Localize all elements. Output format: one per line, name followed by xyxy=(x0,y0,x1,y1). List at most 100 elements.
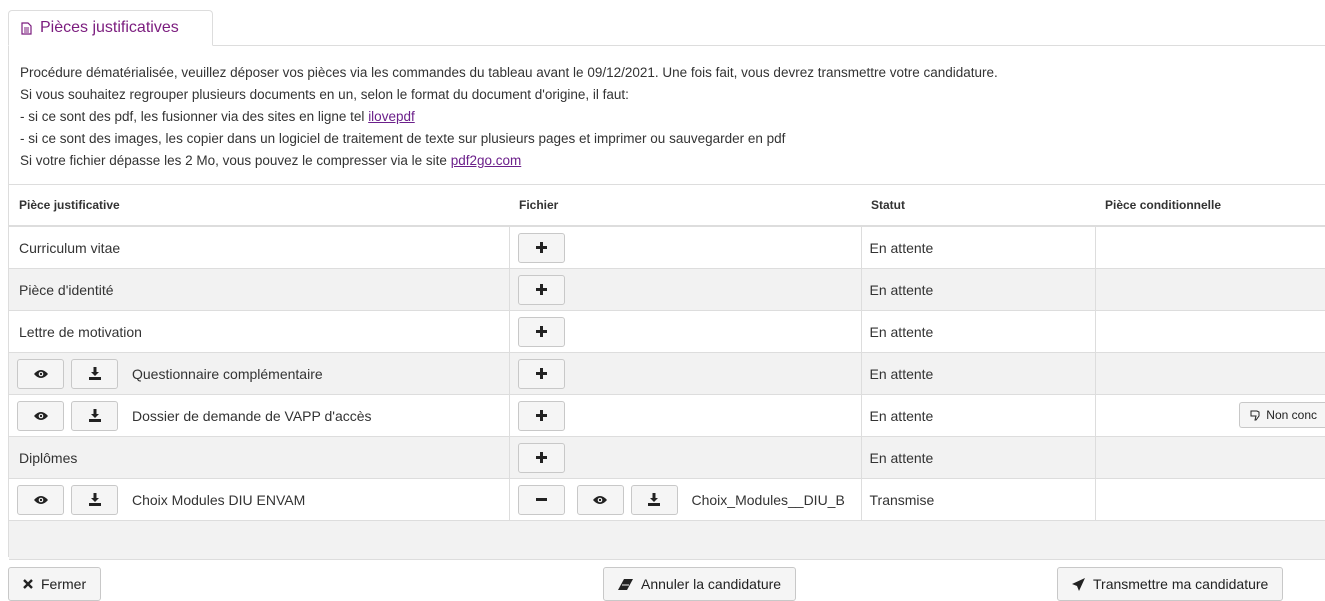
instruction-line: Procédure dématérialisée, veuillez dépos… xyxy=(20,65,998,80)
piece-name: Curriculum vitae xyxy=(9,225,510,269)
status-cell: En attente xyxy=(861,268,1096,311)
add-file-button[interactable] xyxy=(517,274,565,305)
table-row: Dossier de demande de VAPP d'accès En at… xyxy=(9,394,1325,437)
piece-name: Diplômes xyxy=(9,436,510,479)
table-row: Choix Modules DIU ENVAM Choix_Modules__D… xyxy=(9,478,1325,521)
download-button[interactable] xyxy=(71,358,118,389)
plus-icon xyxy=(535,326,547,337)
add-file-button[interactable] xyxy=(517,232,565,263)
conditional-cell xyxy=(1095,436,1325,479)
add-file-button[interactable] xyxy=(517,400,565,431)
instructions: Procédure dématérialisée, veuillez dépos… xyxy=(20,62,998,172)
column-header-piece: Pièce justificative xyxy=(9,184,509,227)
file-cell xyxy=(509,310,862,353)
close-icon xyxy=(23,579,33,589)
piece-label: Diplômes xyxy=(19,449,78,466)
conditional-cell xyxy=(1095,352,1325,395)
piece-name: Dossier de demande de VAPP d'accès xyxy=(9,394,510,437)
instruction-line: Si vous souhaitez regrouper plusieurs do… xyxy=(20,87,629,102)
plus-icon xyxy=(535,410,547,421)
download-button[interactable] xyxy=(71,400,118,431)
table-footer-row xyxy=(9,520,1325,560)
tab-title: Pièces justificatives xyxy=(40,19,179,36)
thumbs-down-icon xyxy=(1250,410,1260,420)
instruction-line: Si votre fichier dépasse les 2 Mo, vous … xyxy=(20,150,998,172)
cancel-label: Annuler la candidature xyxy=(641,576,782,592)
cancel-application-button[interactable]: Annuler la candidature xyxy=(603,567,797,601)
plus-icon xyxy=(535,452,547,463)
download-icon xyxy=(88,367,101,380)
conditional-cell xyxy=(1095,225,1325,269)
send-icon xyxy=(1072,577,1085,591)
remove-file-button[interactable] xyxy=(517,484,565,515)
status-cell: En attente xyxy=(861,352,1096,395)
status-cell: Transmise xyxy=(861,478,1096,521)
column-header-conditionnelle: Pièce conditionnelle xyxy=(1095,184,1325,227)
download-icon xyxy=(648,493,660,506)
piece-label: Questionnaire complémentaire xyxy=(132,365,323,382)
eraser-icon xyxy=(618,578,633,590)
column-header-statut: Statut xyxy=(861,184,1095,227)
view-file-button[interactable] xyxy=(576,484,624,515)
plus-icon xyxy=(535,242,547,253)
plus-icon xyxy=(535,284,547,295)
file-cell xyxy=(509,394,862,437)
status-cell: En attente xyxy=(861,310,1096,353)
piece-label: Choix Modules DIU ENVAM xyxy=(132,491,306,508)
non-concerne-button[interactable]: Non conc xyxy=(1239,402,1325,428)
tab-pieces-justificatives[interactable]: Pièces justificatives xyxy=(8,10,213,46)
eye-icon xyxy=(33,411,48,420)
download-file-button[interactable] xyxy=(630,484,678,515)
status-cell: En attente xyxy=(861,394,1096,437)
eye-icon xyxy=(33,369,48,378)
piece-label: Curriculum vitae xyxy=(19,239,121,256)
view-button[interactable] xyxy=(17,358,64,389)
conditional-cell: Non conc xyxy=(1095,394,1325,437)
submit-label: Transmettre ma candidature xyxy=(1093,576,1269,592)
table-row: Lettre de motivation En attente xyxy=(9,310,1325,353)
file-cell xyxy=(509,268,862,311)
download-button[interactable] xyxy=(71,484,118,515)
instruction-text: - si ce sont des pdf, les fusionner via … xyxy=(20,109,369,124)
status-cell: En attente xyxy=(861,225,1096,269)
file-cell: Choix_Modules__DIU_B xyxy=(509,478,862,521)
conditional-cell xyxy=(1095,478,1325,521)
instruction-line: - si ce sont des images, les copier dans… xyxy=(20,131,786,146)
close-button[interactable]: Fermer xyxy=(8,567,102,601)
plus-icon xyxy=(535,368,547,379)
file-name: Choix_Modules__DIU_B xyxy=(691,491,845,508)
download-icon xyxy=(88,493,101,506)
file-cell xyxy=(509,436,862,479)
pdf2go-link[interactable]: pdf2go.com xyxy=(451,153,522,168)
table-row: Curriculum vitae En attente xyxy=(9,225,1325,269)
close-label: Fermer xyxy=(41,576,87,592)
column-header-fichier: Fichier xyxy=(509,184,861,227)
view-button[interactable] xyxy=(17,484,64,515)
conditional-cell xyxy=(1095,310,1325,353)
submit-application-button[interactable]: Transmettre ma candidature xyxy=(1057,567,1284,601)
minus-icon xyxy=(535,498,547,501)
piece-name: Pièce d'identité xyxy=(9,268,510,311)
status-cell: En attente xyxy=(861,436,1096,479)
eye-icon xyxy=(593,495,607,504)
piece-label: Pièce d'identité xyxy=(19,281,114,298)
table-header-row: Pièce justificative Fichier Statut Pièce… xyxy=(9,184,1325,227)
instruction-line: - si ce sont des pdf, les fusionner via … xyxy=(20,106,998,128)
add-file-button[interactable] xyxy=(517,316,565,347)
table-row: Pièce d'identité En attente xyxy=(9,268,1325,311)
piece-name: Lettre de motivation xyxy=(9,310,510,353)
piece-label: Dossier de demande de VAPP d'accès xyxy=(132,407,372,424)
add-file-button[interactable] xyxy=(517,442,565,473)
table-row: Diplômes En attente xyxy=(9,436,1325,479)
download-icon xyxy=(88,409,101,422)
non-concerne-label: Non conc xyxy=(1266,408,1317,422)
conditional-cell xyxy=(1095,268,1325,311)
instruction-text: Si votre fichier dépasse les 2 Mo, vous … xyxy=(20,153,451,168)
file-cell xyxy=(509,225,862,269)
pieces-table: Pièce justificative Fichier Statut Pièce… xyxy=(9,184,1325,560)
view-button[interactable] xyxy=(17,400,64,431)
add-file-button[interactable] xyxy=(517,358,565,389)
eye-icon xyxy=(33,495,48,504)
piece-name: Choix Modules DIU ENVAM xyxy=(9,478,510,521)
ilovepdf-link[interactable]: ilovepdf xyxy=(368,109,415,124)
